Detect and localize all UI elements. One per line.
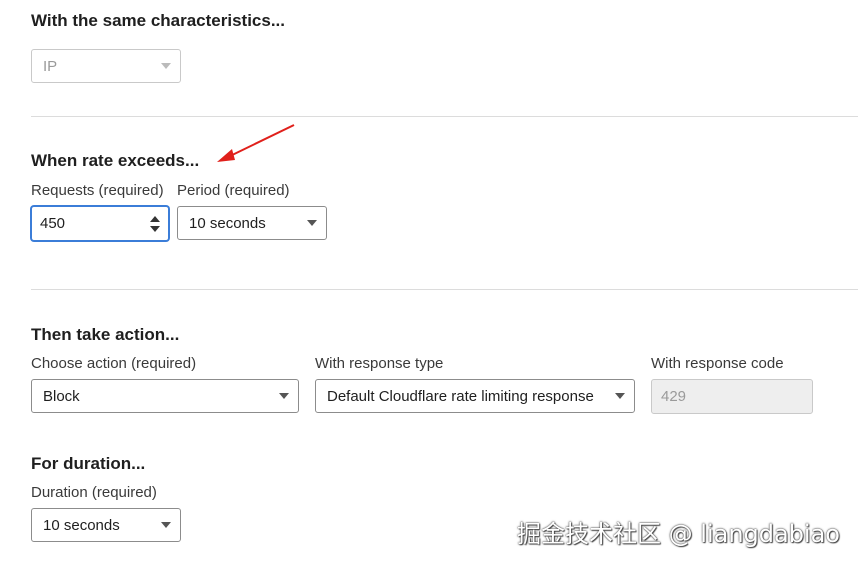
chevron-down-icon [615,393,625,399]
duration-select-value: 10 seconds [43,516,120,534]
period-label: Period (required) [177,182,290,199]
characteristics-select: IP [31,49,181,83]
chevron-down-icon [161,63,171,69]
watermark: 掘金技术社区 @ liangdabiao [517,520,840,548]
choose-action-value: Block [43,387,80,405]
response-type-label: With response type [315,355,444,372]
action-heading: Then take action... [31,325,180,344]
requests-input-value: 450 [40,215,66,232]
response-code-input: 429 [651,379,813,414]
choose-action-select[interactable]: Block [31,379,299,413]
stepper-down-icon[interactable] [150,226,160,232]
characteristics-select-value: IP [43,57,58,75]
response-type-select[interactable]: Default Cloudflare rate limiting respons… [315,379,635,413]
response-code-value: 429 [661,388,687,405]
response-type-value: Default Cloudflare rate limiting respons… [327,387,594,405]
characteristics-heading: With the same characteristics... [31,11,286,30]
choose-action-label: Choose action (required) [31,355,197,372]
duration-label: Duration (required) [31,484,157,501]
red-arrow-icon [217,124,295,162]
duration-select[interactable]: 10 seconds [31,508,181,542]
duration-heading: For duration... [31,454,146,473]
response-code-label: With response code [651,355,784,372]
divider [31,116,858,117]
chevron-down-icon [279,393,289,399]
stepper-up-icon[interactable] [150,216,160,222]
rate-heading: When rate exceeds... [31,151,200,170]
requests-label: Requests (required) [31,182,164,199]
period-select-value: 10 seconds [189,214,266,232]
divider [31,289,858,290]
chevron-down-icon [161,522,171,528]
requests-input[interactable]: 450 [31,206,169,241]
chevron-down-icon [307,220,317,226]
requests-stepper[interactable] [150,215,160,233]
rate-limit-rule-form: With the same characteristics... IP When… [0,0,858,565]
period-select[interactable]: 10 seconds [177,206,327,240]
